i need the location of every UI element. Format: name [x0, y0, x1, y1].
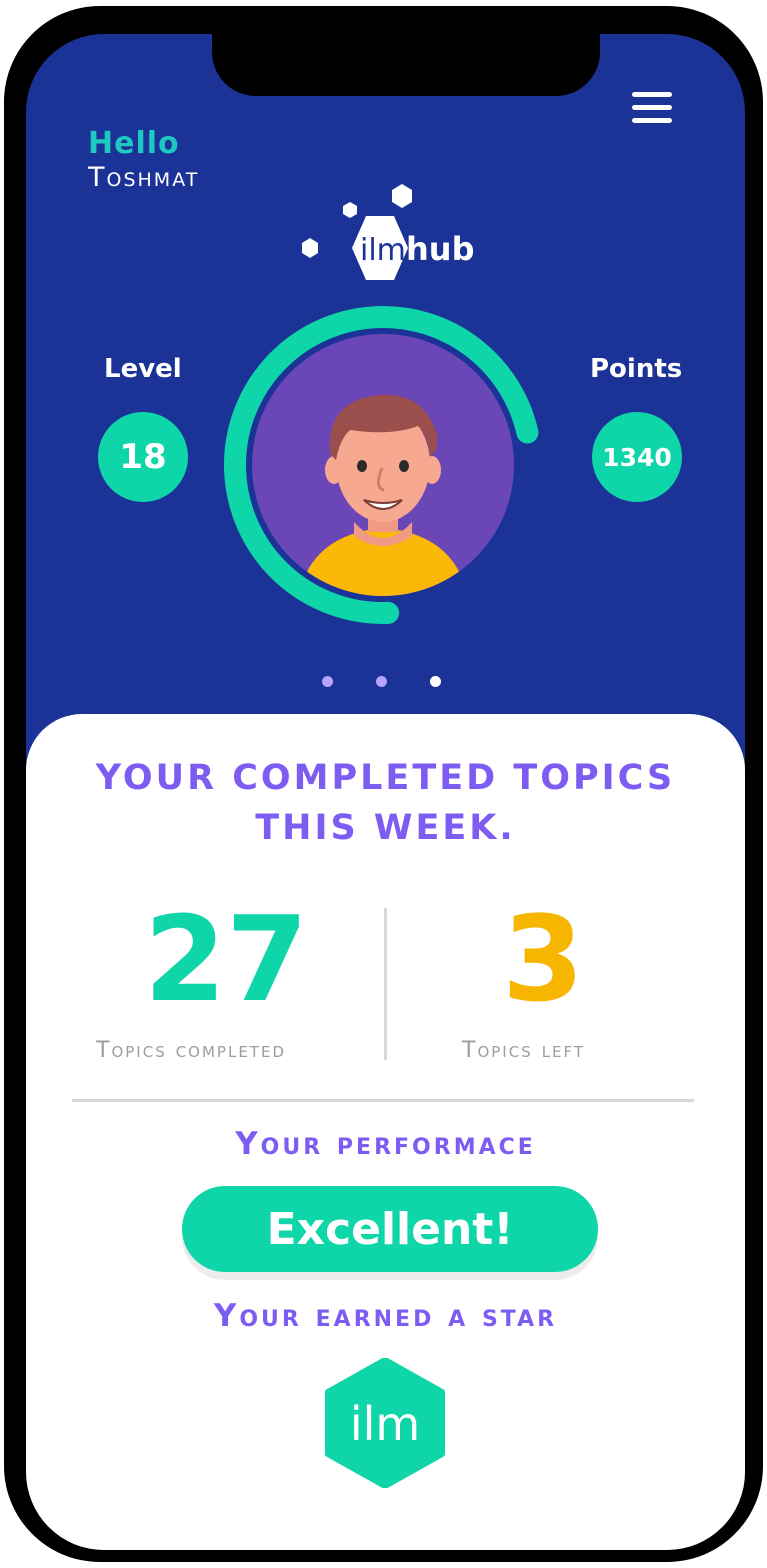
app-screen: Hello Toshmat ilm hub Level 18 Points 13…	[26, 34, 745, 1550]
completed-count: 27	[144, 890, 309, 1028]
phone-frame: Hello Toshmat ilm hub Level 18 Points 13…	[4, 6, 763, 1562]
avatar	[223, 306, 542, 624]
stats-divider	[384, 908, 387, 1060]
phone-notch	[212, 34, 600, 96]
left-count: 3	[502, 890, 585, 1028]
svg-text:hub: hub	[406, 230, 474, 268]
user-name: Toshmat	[88, 162, 200, 193]
ilmhub-logo: ilm hub	[302, 184, 474, 280]
completed-label: Topics completed	[96, 1038, 286, 1063]
carousel-dots[interactable]	[322, 676, 452, 690]
points-label: Points	[590, 354, 683, 384]
card-title-line2: THIS WEEK.	[255, 808, 516, 848]
carousel-dot-active[interactable]	[430, 676, 441, 687]
carousel-dot[interactable]	[322, 676, 333, 687]
level-badge: 18	[98, 412, 188, 502]
card-title-line1: YOUR COMPLETED TOPICS	[95, 758, 676, 798]
greeting: Hello	[88, 126, 180, 161]
level-label: Level	[104, 354, 182, 384]
star-heading: Your earned a star	[213, 1298, 558, 1334]
points-badge: 1340	[592, 412, 682, 502]
svg-text:ilm: ilm	[350, 1397, 420, 1451]
weekly-summary-card: YOUR COMPLETED TOPICS THIS WEEK. 27 Topi…	[26, 714, 745, 1550]
svg-text:ilm: ilm	[360, 233, 406, 268]
performance-badge[interactable]: Excellent!	[182, 1186, 598, 1272]
performance-heading: Your performace	[235, 1126, 536, 1162]
left-label: Topics left	[462, 1038, 586, 1063]
menu-icon[interactable]	[632, 92, 672, 128]
section-divider	[72, 1099, 694, 1102]
carousel-dot[interactable]	[376, 676, 387, 687]
ilm-star-icon: ilm	[325, 1358, 445, 1488]
